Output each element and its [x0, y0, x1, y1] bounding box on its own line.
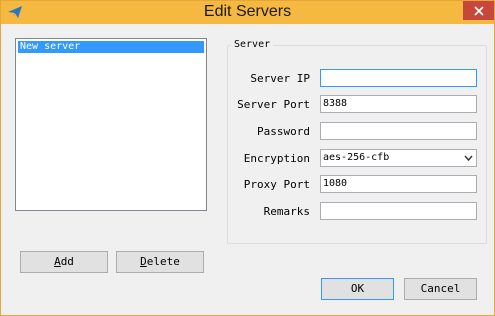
remarks-label: Remarks — [263, 205, 310, 218]
password-label: Password — [257, 125, 310, 138]
server-port-input[interactable]: 8388 — [320, 95, 477, 113]
remarks-input[interactable] — [320, 202, 477, 220]
server-list-item[interactable]: New server — [18, 41, 204, 53]
add-label: dd — [60, 255, 74, 268]
cancel-button[interactable]: Cancel — [404, 278, 477, 300]
delete-label: elete — [146, 255, 180, 268]
encryption-label: Encryption — [243, 152, 310, 165]
proxy-port-label: Proxy Port — [243, 178, 310, 191]
server-list[interactable]: New server — [15, 38, 207, 211]
server-group-title: Server — [231, 39, 274, 50]
add-button[interactable]: Add — [20, 251, 108, 273]
add-mnemonic: A — [54, 255, 61, 268]
server-ip-label: Server IP — [250, 72, 310, 85]
proxy-port-input[interactable]: 1080 — [320, 175, 477, 193]
server-ip-input[interactable] — [320, 69, 477, 87]
encryption-value: aes-256-cfb — [323, 152, 390, 163]
server-port-label: Server Port — [237, 98, 310, 111]
close-button[interactable] — [463, 1, 494, 20]
chevron-down-icon — [464, 155, 473, 162]
ok-button[interactable]: OK — [321, 278, 394, 300]
window-title: Edit Servers — [203, 3, 292, 20]
password-input[interactable] — [320, 122, 477, 140]
title-bar[interactable]: Edit Servers — [1, 1, 494, 24]
edit-servers-window: Edit Servers New server Server Server IP… — [0, 0, 495, 316]
encryption-select[interactable]: aes-256-cfb — [320, 149, 477, 167]
delete-mnemonic: D — [140, 255, 147, 268]
close-icon — [473, 5, 484, 16]
delete-button[interactable]: Delete — [116, 251, 204, 273]
